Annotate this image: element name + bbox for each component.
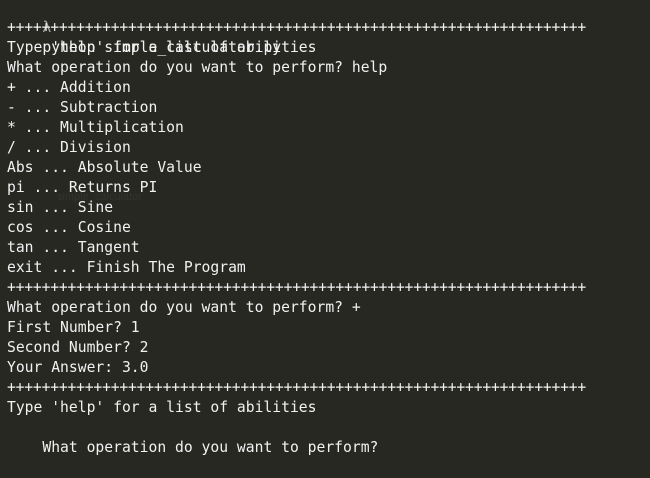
operation-question-line: What operation do you want to perform? + bbox=[7, 299, 361, 316]
help-item-exit: exit ... Finish The Program bbox=[7, 259, 246, 276]
help-item-absolute-value: Abs ... Absolute Value bbox=[7, 159, 202, 176]
separator-line: ++++++++++++++++++++++++++++++++++++++++… bbox=[7, 379, 587, 396]
second-number-line: Second Number? 2 bbox=[7, 339, 149, 356]
help-hint-line: Type 'help' for a list of abilities bbox=[7, 39, 317, 56]
help-item-division: / ... Division bbox=[7, 139, 131, 156]
operation-question-text: What operation do you want to perform? bbox=[42, 439, 379, 456]
separator-line: ++++++++++++++++++++++++++++++++++++++++… bbox=[7, 19, 587, 36]
current-input-line[interactable]: What operation do you want to perform? bbox=[7, 418, 647, 456]
help-item-multiplication: * ... Multiplication bbox=[7, 119, 184, 136]
terminal-output[interactable]: λ python simple_calculator.py ++++++++++… bbox=[7, 0, 647, 456]
help-item-pi: pi ... Returns PI bbox=[7, 179, 158, 196]
separator-line: ++++++++++++++++++++++++++++++++++++++++… bbox=[7, 279, 587, 296]
operation-question-line: What operation do you want to perform? h… bbox=[7, 59, 388, 76]
help-item-tangent: tan ... Tangent bbox=[7, 239, 140, 256]
help-item-subtraction: - ... Subtraction bbox=[7, 99, 158, 116]
first-number-line: First Number? 1 bbox=[7, 319, 140, 336]
help-hint-line: Type 'help' for a list of abilities bbox=[7, 399, 317, 416]
answer-line: Your Answer: 3.0 bbox=[7, 359, 149, 376]
help-item-cosine: cos ... Cosine bbox=[7, 219, 131, 236]
help-item-sine: sin ... Sine bbox=[7, 199, 114, 216]
help-item-addition: + ... Addition bbox=[7, 79, 131, 96]
command-line: λ python simple_calculator.py bbox=[7, 0, 647, 56]
